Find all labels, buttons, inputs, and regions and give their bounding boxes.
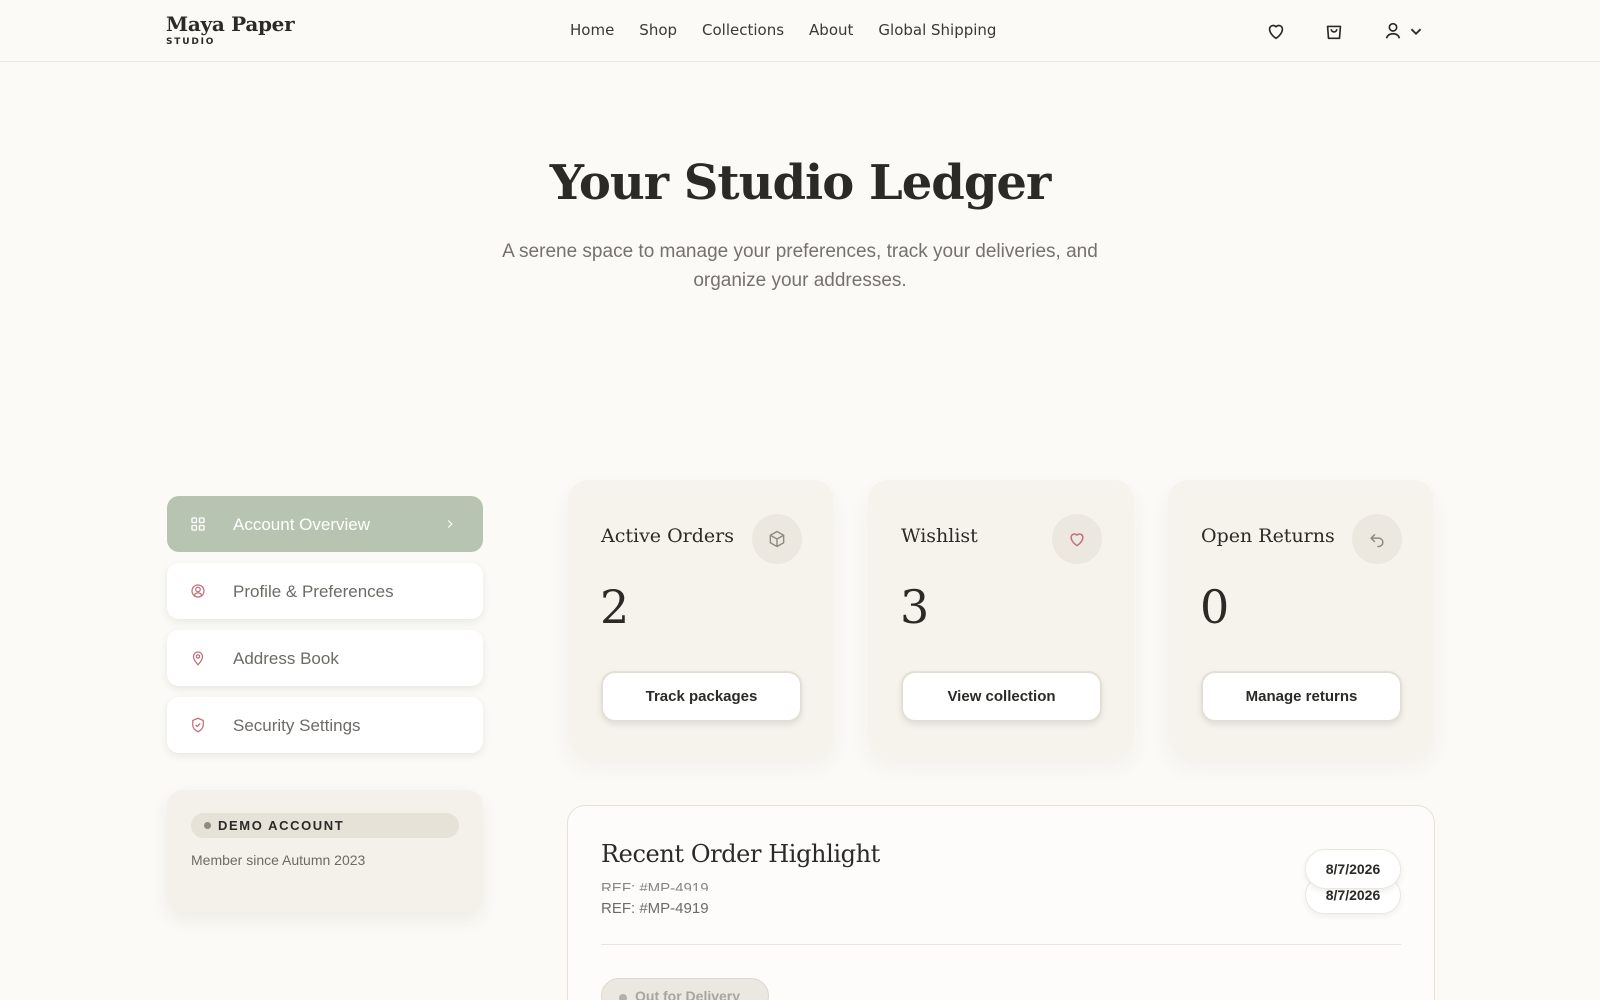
status-dot <box>204 822 211 829</box>
status-dot <box>619 994 627 1000</box>
stat-label: Active Orders <box>601 525 734 547</box>
grid-icon <box>189 515 207 533</box>
sidebar-item-label: Profile & Preferences <box>233 582 394 601</box>
nav-global-shipping[interactable]: Global Shipping <box>878 21 996 39</box>
chevron-down-icon[interactable] <box>1405 20 1422 42</box>
demo-account-card: DEMO ACCOUNT Member since Autumn 2023 <box>167 790 483 912</box>
recent-order-title: Recent Order Highlight <box>601 840 880 868</box>
stat-value: 0 <box>1200 580 1230 634</box>
manage-returns-button[interactable]: Manage returns <box>1201 671 1402 722</box>
sidebar-item-address-book[interactable]: Address Book <box>167 630 483 686</box>
recent-order-card: Recent Order Highlight REF: #MP-4919 REF… <box>567 805 1435 1000</box>
demo-account-badge: DEMO ACCOUNT <box>191 813 459 838</box>
brand-subtitle: STUDIO <box>166 37 216 47</box>
stat-card-wishlist: Wishlist 3 View collection <box>868 480 1134 756</box>
brand-logo[interactable]: Maya Paper STUDIO <box>166 12 295 47</box>
divider <box>601 944 1401 945</box>
nav-about[interactable]: About <box>809 21 853 39</box>
site-header: Maya Paper STUDIO Home Shop Collections … <box>0 0 1600 62</box>
nav-shop[interactable]: Shop <box>639 21 677 39</box>
stat-value: 3 <box>900 580 930 634</box>
stat-value: 2 <box>600 580 630 634</box>
return-arrow-icon <box>1352 514 1402 564</box>
order-ref-ghost: REF: #MP-4919 <box>601 880 709 891</box>
sidebar-item-security-settings[interactable]: Security Settings <box>167 697 483 753</box>
nav-collections[interactable]: Collections <box>702 21 784 39</box>
shield-icon <box>189 716 207 734</box>
nav-home[interactable]: Home <box>570 21 614 39</box>
map-pin-icon <box>189 649 207 667</box>
chevron-right-icon <box>443 517 457 531</box>
stat-label: Wishlist <box>901 525 978 547</box>
sidebar-item-label: Address Book <box>233 649 339 668</box>
user-icon[interactable] <box>1382 20 1404 42</box>
main-nav: Home Shop Collections About Global Shipp… <box>570 21 996 39</box>
track-packages-button[interactable]: Track packages <box>601 671 802 722</box>
demo-account-label: DEMO ACCOUNT <box>218 818 345 833</box>
sidebar-item-profile-preferences[interactable]: Profile & Preferences <box>167 563 483 619</box>
sidebar-item-label: Account Overview <box>233 515 370 534</box>
member-since-text: Member since Autumn 2023 <box>191 852 366 868</box>
page-title: Your Studio Ledger <box>549 155 1052 211</box>
user-circle-icon <box>189 582 207 600</box>
order-date-badge: 8/7/2026 <box>1305 849 1401 889</box>
order-ref: REF: #MP-4919 <box>601 900 709 917</box>
brand-name: Maya Paper <box>166 12 295 36</box>
stat-card-open-returns: Open Returns 0 Manage returns <box>1168 480 1434 756</box>
sidebar-item-account-overview[interactable]: Account Overview <box>167 496 483 552</box>
page-subtitle: A serene space to manage your preference… <box>502 241 1098 291</box>
order-status-label: Out for Delivery <box>635 988 741 1000</box>
sidebar-item-label: Security Settings <box>233 716 361 735</box>
heart-icon <box>1052 514 1102 564</box>
order-status-badge: Out for Delivery <box>601 978 769 1000</box>
view-collection-button[interactable]: View collection <box>901 671 1102 722</box>
heart-icon[interactable] <box>1265 20 1287 42</box>
stat-label: Open Returns <box>1201 525 1335 547</box>
package-icon <box>752 514 802 564</box>
shopping-bag-icon[interactable] <box>1323 20 1345 42</box>
stat-card-active-orders: Active Orders 2 Track packages <box>568 480 834 756</box>
